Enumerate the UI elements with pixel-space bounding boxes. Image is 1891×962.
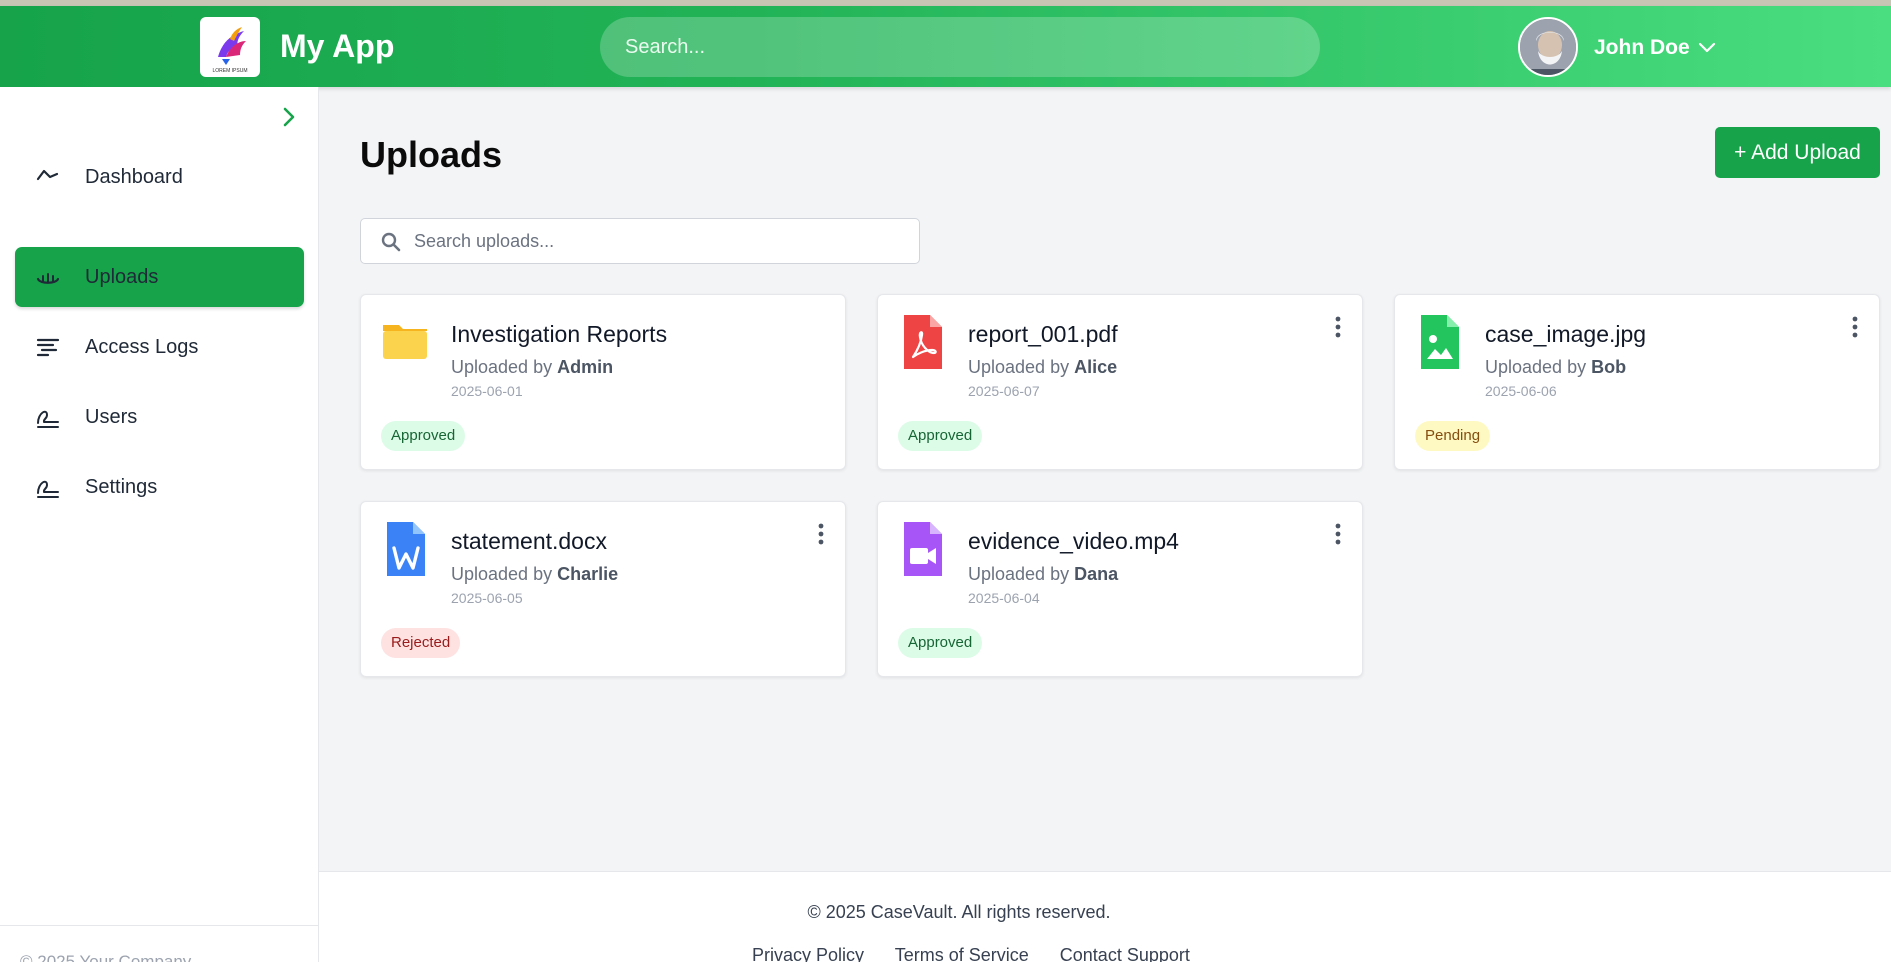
image-file-icon xyxy=(1421,315,1459,369)
uploads-search-input[interactable] xyxy=(414,219,904,263)
dashboard-icon xyxy=(36,169,59,181)
sidebar-item-label: Uploads xyxy=(85,266,159,288)
uploaded-by: Uploaded by Admin xyxy=(451,357,614,377)
status-badge: Approved xyxy=(898,421,983,451)
global-search-input[interactable] xyxy=(600,17,1320,77)
add-upload-button[interactable]: + Add Upload xyxy=(1715,127,1880,178)
status-badge: Approved xyxy=(898,628,983,658)
svg-text:LOREM IPSUM: LOREM IPSUM xyxy=(212,68,247,74)
users-icon xyxy=(37,410,59,428)
upload-card[interactable]: evidence_video.mp4 Uploaded by Dana 2025… xyxy=(877,501,1363,677)
file-name: case_image.jpg xyxy=(1485,321,1647,347)
sidebar-item-label: Access Logs xyxy=(85,336,199,358)
app-logo[interactable]: LOREM IPSUM xyxy=(200,17,260,77)
settings-icon xyxy=(37,480,59,498)
user-photo-icon xyxy=(1520,19,1576,75)
upload-card[interactable]: case_image.jpg Uploaded by Bob 2025-06-0… xyxy=(1394,294,1880,470)
sidebar-item-users[interactable]: Users xyxy=(15,387,304,447)
sidebar-footer-text: © 2025 Your Company xyxy=(20,952,192,962)
bird-logo-icon: LOREM IPSUM xyxy=(212,27,248,74)
uploaded-by: Uploaded by Bob xyxy=(1485,357,1627,377)
chevron-down-icon[interactable] xyxy=(1697,38,1717,58)
more-options-icon[interactable] xyxy=(1332,522,1344,546)
uploader-name: Bob xyxy=(1591,357,1627,377)
copyright-text: © 2025 CaseVault. All rights reserved. xyxy=(807,902,1111,922)
uploads-search xyxy=(360,218,920,264)
word-file-icon xyxy=(387,522,425,576)
upload-card[interactable]: Investigation Reports Uploaded by Admin … xyxy=(360,294,846,470)
more-options-icon[interactable] xyxy=(1332,315,1344,339)
sidebar-item-dashboard[interactable]: Dashboard xyxy=(15,147,304,207)
file-name: evidence_video.mp4 xyxy=(968,528,1179,554)
more-options-icon[interactable] xyxy=(815,522,827,546)
upload-date: 2025-06-07 xyxy=(968,383,1040,399)
uploader-name: Dana xyxy=(1074,564,1119,584)
file-name: statement.docx xyxy=(451,528,607,554)
upload-date: 2025-06-06 xyxy=(1485,383,1557,399)
sidebar-item-label: Dashboard xyxy=(85,166,183,188)
sidebar-item-settings[interactable]: Settings xyxy=(15,457,304,517)
uploader-name: Alice xyxy=(1074,357,1118,377)
uploaded-by: Uploaded by Dana xyxy=(968,564,1119,584)
sidebar-divider xyxy=(0,925,319,926)
sidebar-item-uploads[interactable]: Uploads xyxy=(15,247,304,307)
privacy-policy-link[interactable]: Privacy Policy xyxy=(752,945,864,962)
uploader-name: Admin xyxy=(557,357,614,377)
file-name: Investigation Reports xyxy=(451,321,668,347)
sidebar-item-access-logs[interactable]: Access Logs xyxy=(15,317,304,377)
search-icon xyxy=(381,232,401,252)
folder-icon xyxy=(383,325,427,359)
footer-links: Privacy Policy Terms of Service Contact … xyxy=(752,945,1216,962)
contact-support-link[interactable]: Contact Support xyxy=(1060,945,1190,962)
video-file-icon xyxy=(904,522,942,576)
uploaded-by: Uploaded by Charlie xyxy=(451,564,619,584)
uploader-name: Charlie xyxy=(557,564,619,584)
chevron-right-icon[interactable] xyxy=(278,105,300,129)
page-footer: © 2025 CaseVault. All rights reserved. P… xyxy=(319,871,1891,962)
file-name: report_001.pdf xyxy=(968,321,1118,347)
upload-card[interactable]: statement.docx Uploaded by Charlie 2025-… xyxy=(360,501,846,677)
sidebar: Dashboard Uploads Access Logs Users Sett… xyxy=(0,87,319,962)
page-title: Uploads xyxy=(360,134,503,175)
upload-card[interactable]: report_001.pdf Uploaded by Alice 2025-06… xyxy=(877,294,1363,470)
user-name[interactable]: John Doe xyxy=(1594,36,1690,60)
uploaded-by: Uploaded by Alice xyxy=(968,357,1118,377)
uploads-icon xyxy=(36,273,60,284)
pdf-file-icon xyxy=(904,315,942,369)
status-badge: Rejected xyxy=(381,628,461,658)
upload-date: 2025-06-01 xyxy=(451,383,523,399)
status-badge: Approved xyxy=(381,421,466,451)
app-title: My App xyxy=(280,28,395,64)
user-avatar[interactable] xyxy=(1518,17,1578,77)
access-logs-icon xyxy=(36,338,60,357)
status-badge: Pending xyxy=(1415,421,1491,451)
more-options-icon[interactable] xyxy=(1849,315,1861,339)
upload-date: 2025-06-04 xyxy=(968,590,1040,606)
sidebar-item-label: Users xyxy=(85,406,138,428)
app-header: LOREM IPSUM My App John Doe xyxy=(0,6,1891,87)
terms-of-service-link[interactable]: Terms of Service xyxy=(895,945,1029,962)
sidebar-item-label: Settings xyxy=(85,476,158,498)
upload-date: 2025-06-05 xyxy=(451,590,523,606)
